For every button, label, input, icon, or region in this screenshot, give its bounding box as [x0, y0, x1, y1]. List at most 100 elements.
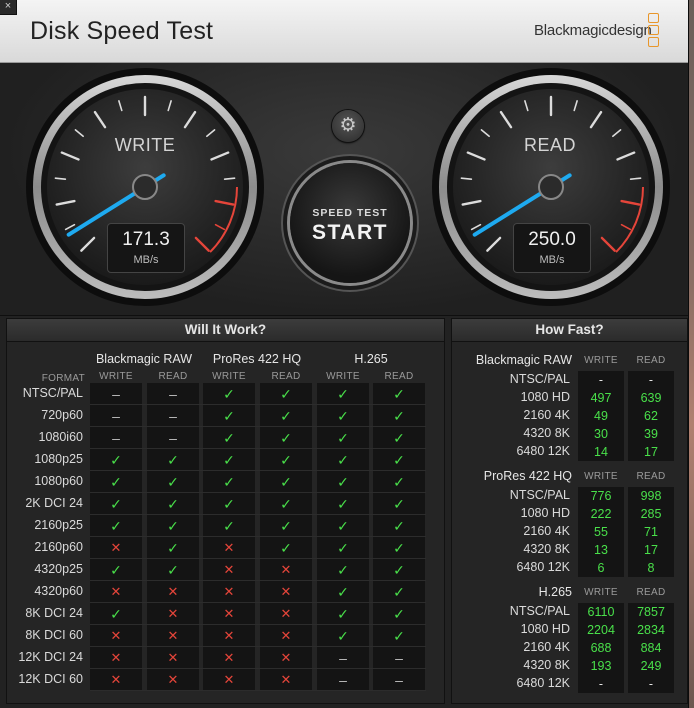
format-row-label: 4320p25 — [34, 562, 83, 576]
read-gauge-hub — [538, 174, 564, 200]
row-divider — [90, 470, 426, 471]
how-fast-format-label: 1080 HD — [520, 390, 570, 404]
write-column-header: WRITE — [99, 371, 133, 382]
cross-icon: ✕ — [147, 582, 199, 602]
check-icon: ✓ — [373, 472, 425, 492]
read-gauge-label: READ — [523, 135, 576, 155]
cross-icon: ✕ — [147, 648, 199, 668]
row-divider — [90, 624, 426, 625]
format-row-label: 12K DCI 24 — [18, 650, 83, 664]
how-fast-format-label: 6480 12K — [516, 676, 570, 690]
format-row-label: 8K DCI 60 — [25, 628, 83, 642]
check-icon: ✓ — [260, 384, 312, 404]
dash-icon: – — [90, 406, 142, 426]
check-icon: ✓ — [203, 428, 255, 448]
cross-icon: ✕ — [203, 648, 255, 668]
format-column-header: FORMAT — [41, 373, 85, 384]
write-speed-cell: 776 — [578, 488, 624, 504]
codec-header: ProRes 422 HQ — [212, 352, 302, 366]
brand-logo-icon — [648, 13, 660, 51]
format-row-label: 2160p25 — [34, 518, 83, 532]
start-button-label: START — [312, 221, 388, 244]
write-speed-cell: - — [578, 372, 624, 388]
start-button-caption: SPEED TEST — [312, 207, 388, 219]
cross-icon: ✕ — [203, 670, 255, 690]
format-row-label: 1080p60 — [34, 474, 83, 488]
cross-icon: ✕ — [203, 582, 255, 602]
format-row-label: 1080p25 — [34, 452, 83, 466]
speed-test-start-button[interactable]: SPEED TEST START — [290, 163, 410, 283]
cross-icon: ✕ — [90, 538, 142, 558]
cross-icon: ✕ — [147, 604, 199, 624]
cross-icon: ✕ — [147, 670, 199, 690]
read-speed-value: 250.0 — [528, 229, 576, 250]
check-icon: ✓ — [147, 516, 199, 536]
read-speed-cell: - — [628, 676, 674, 692]
check-icon: ✓ — [317, 560, 369, 580]
read-speed-cell: 2834 — [628, 622, 674, 638]
write-column-header: WRITE — [584, 587, 618, 598]
check-icon: ✓ — [373, 626, 425, 646]
check-icon: ✓ — [203, 406, 255, 426]
read-speed-readout: 250.0 MB/s — [513, 223, 591, 273]
check-icon: ✓ — [317, 626, 369, 646]
check-icon: ✓ — [147, 450, 199, 470]
check-icon: ✓ — [317, 494, 369, 514]
check-icon: ✓ — [90, 472, 142, 492]
dash-icon: – — [373, 648, 425, 668]
how-fast-format-label: 4320 8K — [523, 658, 570, 672]
read-speed-cell: - — [628, 372, 674, 388]
cross-icon: ✕ — [90, 626, 142, 646]
cross-icon: ✕ — [203, 626, 255, 646]
read-column-header: READ — [158, 371, 188, 382]
check-icon: ✓ — [147, 560, 199, 580]
write-speed-cell: 13 — [578, 542, 624, 558]
cross-icon: ✕ — [203, 538, 255, 558]
row-divider — [90, 404, 426, 405]
how-fast-format-label: NTSC/PAL — [509, 488, 570, 502]
cross-icon: ✕ — [203, 604, 255, 624]
check-icon: ✓ — [317, 538, 369, 558]
will-it-work-panel: Will It Work? FORMAT Blackmagic RAW ProRes… — [6, 318, 445, 704]
how-fast-format-label: 4320 8K — [523, 542, 570, 556]
check-icon: ✓ — [260, 516, 312, 536]
write-column-header: WRITE — [584, 471, 618, 482]
row-divider — [90, 492, 426, 493]
check-icon: ✓ — [203, 494, 255, 514]
row-divider — [90, 536, 426, 537]
how-fast-codec-header: Blackmagic RAW — [475, 353, 572, 367]
how-fast-format-label: 2160 4K — [523, 640, 570, 654]
how-fast-format-label: 1080 HD — [520, 622, 570, 636]
dash-icon: – — [147, 384, 199, 404]
title-bar: Disk Speed Test Blackmagicdesign — [0, 0, 688, 63]
row-divider — [90, 690, 426, 691]
read-gauge-tick — [629, 177, 642, 180]
write-column-header: WRITE — [212, 371, 246, 382]
format-row-label: 8K DCI 24 — [25, 606, 83, 620]
check-icon: ✓ — [260, 406, 312, 426]
row-divider — [90, 646, 426, 647]
settings-button[interactable]: ⚙ — [332, 110, 364, 142]
dash-icon: – — [317, 648, 369, 668]
write-column-header: WRITE — [584, 355, 618, 366]
read-speed-cell: 884 — [628, 640, 674, 656]
check-icon: ✓ — [373, 516, 425, 536]
check-icon: ✓ — [90, 604, 142, 624]
write-column-header: WRITE — [326, 371, 360, 382]
close-button[interactable]: × — [0, 0, 17, 15]
check-icon: ✓ — [373, 428, 425, 448]
write-speed-cell: 193 — [578, 658, 624, 674]
write-gauge-label: WRITE — [114, 135, 176, 155]
how-fast-format-label: 1080 HD — [520, 506, 570, 520]
read-speed-cell: 639 — [628, 390, 674, 406]
read-speed-cell: 249 — [628, 658, 674, 674]
app-title: Disk Speed Test — [30, 17, 214, 45]
codec-header: Blackmagic RAW — [95, 352, 193, 366]
format-row-label: 4320p60 — [34, 584, 83, 598]
cross-icon: ✕ — [147, 626, 199, 646]
read-gauge-tick — [460, 177, 473, 180]
format-row-label: 2K DCI 24 — [25, 496, 83, 510]
read-column-header: READ — [636, 587, 666, 598]
check-icon: ✓ — [373, 582, 425, 602]
row-divider — [90, 668, 426, 669]
